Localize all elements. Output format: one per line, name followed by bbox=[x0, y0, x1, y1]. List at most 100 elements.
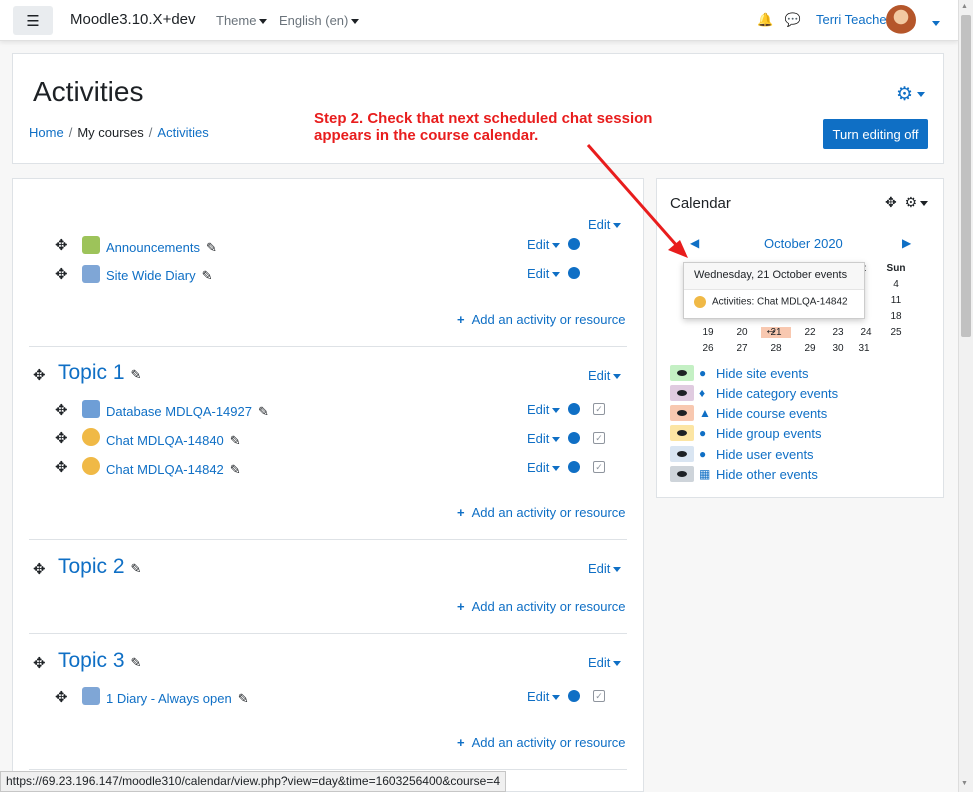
calendar-day[interactable]: 31 bbox=[849, 343, 879, 354]
completion-checkbox[interactable]: ✓ bbox=[593, 432, 605, 444]
move-icon[interactable]: ✥ bbox=[33, 560, 46, 578]
user-icon[interactable] bbox=[568, 238, 580, 250]
add-activity-link[interactable]: + Add an activity or resource bbox=[457, 312, 626, 327]
section-0-edit-menu[interactable]: Edit bbox=[588, 217, 622, 232]
move-icon[interactable]: ✥ bbox=[55, 688, 68, 706]
calendar-day[interactable]: 19 bbox=[693, 327, 723, 338]
calendar-day[interactable]: 25 bbox=[881, 327, 911, 338]
theme-menu[interactable]: Theme bbox=[216, 13, 268, 28]
section-2-edit-menu[interactable]: Edit bbox=[588, 561, 622, 576]
popover-title: Wednesday, 21 October events bbox=[684, 263, 864, 290]
visibility-icon[interactable] bbox=[568, 432, 580, 444]
section-title-topic-1[interactable]: Topic 1 ✎ bbox=[58, 361, 141, 385]
activity-edit-menu[interactable]: Edit bbox=[527, 689, 561, 704]
filter-label[interactable]: Hide site events bbox=[716, 366, 809, 381]
eye-icon[interactable] bbox=[670, 365, 694, 381]
calendar-day[interactable]: 22 bbox=[795, 327, 825, 338]
section-title-topic-2[interactable]: Topic 2 ✎ bbox=[58, 555, 141, 579]
add-activity-link[interactable]: + Add an activity or resource bbox=[457, 735, 626, 750]
eye-icon[interactable] bbox=[670, 446, 694, 462]
filter-label[interactable]: Hide course events bbox=[716, 406, 827, 421]
section-1-edit-menu[interactable]: Edit bbox=[588, 368, 622, 383]
section-title-topic-3[interactable]: Topic 3 ✎ bbox=[58, 649, 141, 673]
visibility-icon[interactable] bbox=[568, 267, 580, 279]
calendar-day[interactable]: 23 bbox=[823, 327, 853, 338]
section-3-edit-menu[interactable]: Edit bbox=[588, 655, 622, 670]
filter-label[interactable]: Hide other events bbox=[716, 467, 818, 482]
avatar[interactable] bbox=[886, 5, 916, 35]
eye-icon[interactable] bbox=[670, 385, 694, 401]
eye-icon[interactable] bbox=[670, 405, 694, 421]
activity-edit-menu[interactable]: Edit bbox=[527, 237, 561, 252]
next-month-arrow-icon[interactable]: ▶ bbox=[902, 236, 911, 250]
filter-label[interactable]: Hide category events bbox=[716, 386, 838, 401]
completion-checkbox[interactable]: ✓ bbox=[593, 690, 605, 702]
activity-edit-menu[interactable]: Edit bbox=[527, 460, 561, 475]
activity-edit-menu[interactable]: Edit bbox=[527, 431, 561, 446]
add-activity-link[interactable]: + Add an activity or resource bbox=[457, 599, 626, 614]
user-menu-name[interactable]: Terri Teacher bbox=[816, 12, 891, 27]
block-controls[interactable]: ✥ ⚙ bbox=[885, 194, 929, 211]
drawer-toggle-button[interactable]: ☰ bbox=[13, 6, 53, 35]
calendar-month-link[interactable]: October 2020 bbox=[764, 236, 843, 251]
course-settings-gear-icon[interactable]: ⚙ bbox=[896, 83, 926, 106]
move-icon[interactable]: ✥ bbox=[55, 236, 68, 254]
move-icon[interactable]: ✥ bbox=[55, 265, 68, 283]
activity-database[interactable]: Database MDLQA-14927 ✎ bbox=[106, 404, 269, 420]
day-events-popover: Wednesday, 21 October events Activities:… bbox=[683, 262, 865, 319]
move-icon[interactable]: ✥ bbox=[55, 458, 68, 476]
popover-event[interactable]: Activities: Chat MDLQA-14842 bbox=[694, 296, 848, 308]
activity-edit-menu[interactable]: Edit bbox=[527, 402, 561, 417]
calendar-day[interactable]: 28 bbox=[761, 343, 791, 354]
site-brand[interactable]: Moodle3.10.X+dev bbox=[70, 11, 196, 28]
scroll-down-arrow-icon[interactable]: ▼ bbox=[961, 780, 968, 787]
add-activity-link[interactable]: + Add an activity or resource bbox=[457, 505, 626, 520]
move-icon[interactable]: ✥ bbox=[33, 366, 46, 384]
breadcrumb-activities[interactable]: Activities bbox=[157, 125, 208, 140]
breadcrumb-my-courses[interactable]: My courses bbox=[77, 125, 143, 140]
section-divider bbox=[29, 769, 627, 770]
activity-diary-always-open[interactable]: 1 Diary - Always open ✎ bbox=[106, 691, 249, 707]
eye-icon[interactable] bbox=[670, 466, 694, 482]
move-icon[interactable]: ✥ bbox=[55, 429, 68, 447]
visibility-icon[interactable] bbox=[568, 461, 580, 473]
completion-checkbox[interactable]: ✓ bbox=[593, 461, 605, 473]
calendar-day[interactable]: 24 bbox=[851, 327, 881, 338]
chevron-down-icon bbox=[351, 19, 360, 25]
eye-icon[interactable] bbox=[670, 425, 694, 441]
activity-chat-14840[interactable]: Chat MDLQA-14840 ✎ bbox=[106, 433, 241, 449]
activity-edit-menu[interactable]: Edit bbox=[527, 266, 561, 281]
user-icon: ● bbox=[699, 447, 707, 461]
move-icon[interactable]: ✥ bbox=[55, 401, 68, 419]
calendar-day[interactable]: 26 bbox=[693, 343, 723, 354]
completion-checkbox[interactable]: ✓ bbox=[593, 403, 605, 415]
user-menu-toggle[interactable] bbox=[929, 15, 940, 30]
message-icon[interactable]: 💬 bbox=[785, 12, 801, 27]
breadcrumb-home[interactable]: Home bbox=[29, 125, 64, 140]
filter-label[interactable]: Hide user events bbox=[716, 447, 814, 462]
chat-icon bbox=[694, 296, 706, 308]
calendar-day[interactable]: 20 bbox=[727, 327, 757, 338]
turn-editing-off-button[interactable]: Turn editing off bbox=[823, 119, 928, 149]
activity-chat-14842[interactable]: Chat MDLQA-14842 ✎ bbox=[106, 462, 241, 478]
previous-month-arrow-icon[interactable]: ◀ bbox=[690, 236, 699, 250]
calendar-day[interactable]: 11 bbox=[881, 295, 911, 306]
language-menu[interactable]: English (en) bbox=[279, 13, 360, 28]
scrollbar-thumb[interactable] bbox=[961, 15, 971, 337]
visibility-icon[interactable] bbox=[568, 690, 580, 702]
bell-icon[interactable]: 🔔 bbox=[757, 12, 773, 27]
activity-announcements[interactable]: Announcements ✎ bbox=[106, 240, 217, 256]
pencil-icon: ✎ bbox=[130, 561, 142, 576]
move-icon[interactable]: ✥ bbox=[33, 654, 46, 672]
calendar-day[interactable]: 18 bbox=[881, 311, 911, 322]
plus-icon: + bbox=[457, 312, 465, 327]
plus-icon: + bbox=[457, 735, 465, 750]
activity-site-wide-diary[interactable]: Site Wide Diary ✎ bbox=[106, 268, 212, 284]
calendar-day[interactable]: 29 bbox=[795, 343, 825, 354]
hamburger-icon: ☰ bbox=[26, 12, 40, 30]
scroll-up-arrow-icon[interactable]: ▲ bbox=[961, 3, 968, 10]
filter-label[interactable]: Hide group events bbox=[716, 426, 822, 441]
visibility-icon[interactable] bbox=[568, 403, 580, 415]
calendar-day[interactable]: 4 bbox=[881, 279, 911, 290]
calendar-day[interactable]: 27 bbox=[727, 343, 757, 354]
